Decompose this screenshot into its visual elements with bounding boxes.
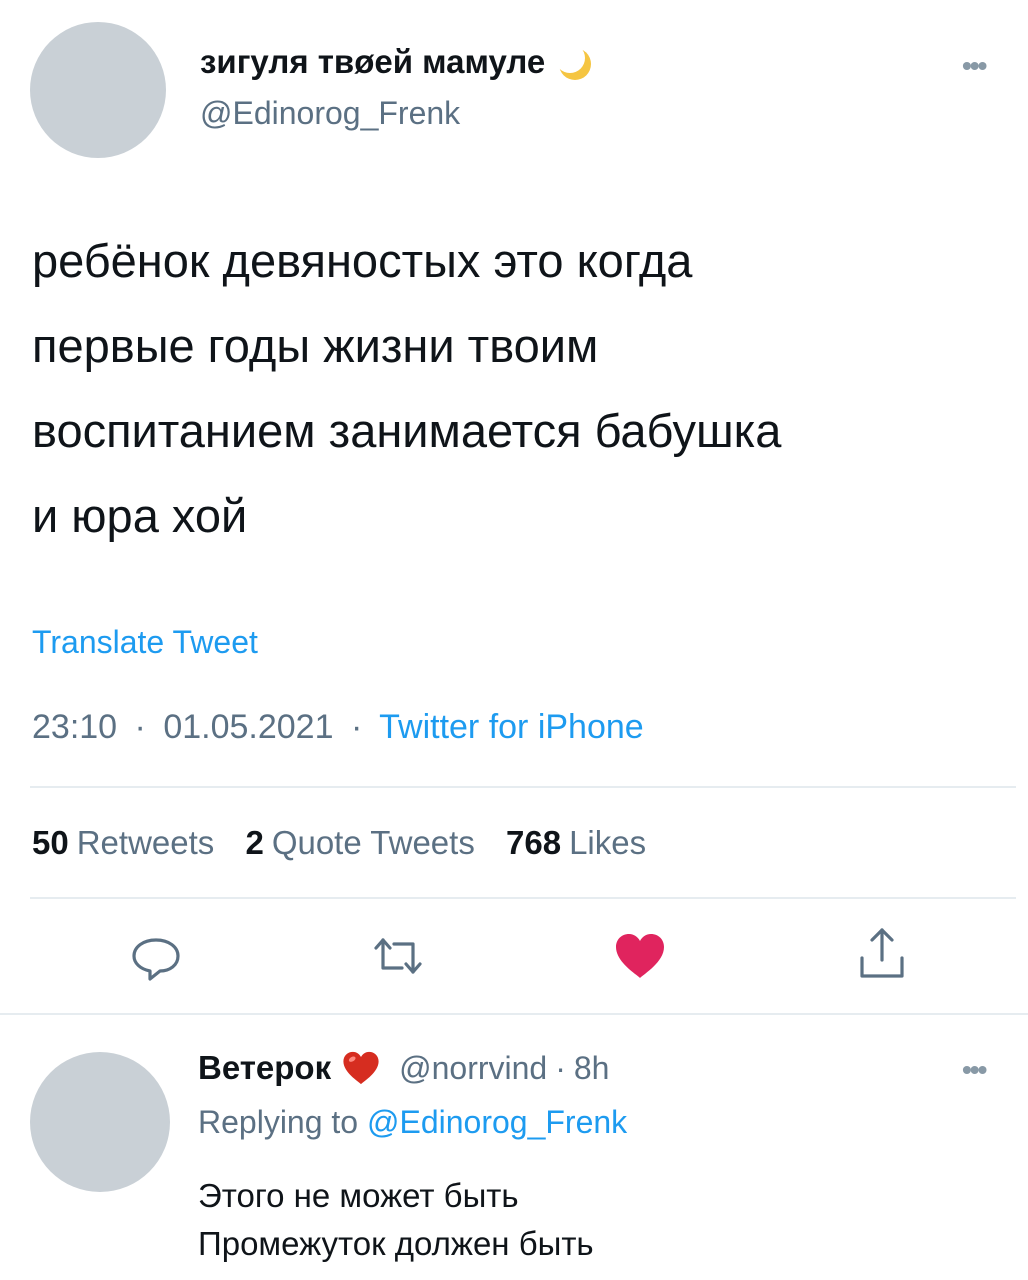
reply-time[interactable]: 8h (574, 1050, 610, 1087)
likes-count: 768 (506, 824, 562, 861)
retweets-label: Retweets (76, 824, 215, 861)
retweet-icon[interactable] (368, 926, 428, 986)
divider (30, 786, 1016, 788)
tweet-date[interactable]: 01.05.2021 (163, 708, 333, 746)
likes-label: Likes (569, 824, 647, 861)
reply-text-line: Этого не может быть (198, 1177, 519, 1214)
divider (30, 897, 1016, 899)
red-heart-icon (339, 1046, 383, 1090)
author-display-name: зигуля твøей мамуле (200, 43, 546, 80)
author-name-row[interactable]: зигуля твøей мамуле (200, 40, 599, 84)
reply-text: Этого не может быть Промежуток должен бы… (198, 1172, 594, 1268)
replying-to-line: Replying to @Edinorog_Frenk (198, 1104, 627, 1141)
reply-author-avatar[interactable] (30, 1052, 170, 1192)
like-icon[interactable] (610, 926, 670, 986)
translate-tweet-link[interactable]: Translate Tweet (32, 624, 258, 661)
tweet-source-link[interactable]: Twitter for iPhone (379, 708, 644, 746)
meta-separator: · (350, 708, 363, 746)
quote-tweets-stat[interactable]: 2 Quote Tweets (245, 824, 474, 861)
divider (0, 1013, 1028, 1015)
tweet-text-line: и юра хой (32, 489, 248, 542)
share-icon[interactable] (852, 922, 912, 982)
tweet-stats: 50 Retweets 2 Quote Tweets 768 Likes (32, 824, 668, 862)
quotes-label: Quote Tweets (271, 824, 475, 861)
reply-icon[interactable] (126, 926, 186, 986)
more-options-icon[interactable]: ••• (962, 50, 987, 82)
reply-text-line: Промежуток должен быть (198, 1225, 594, 1262)
reply-author-name[interactable]: Ветерок (198, 1049, 331, 1087)
retweets-count: 50 (32, 824, 69, 861)
reply-separator: · (555, 1049, 566, 1086)
reply-author-handle[interactable]: @norrvind (399, 1050, 547, 1087)
likes-stat[interactable]: 768 Likes (506, 824, 646, 861)
crescent-moon-icon (555, 40, 599, 84)
meta-separator: · (134, 708, 146, 746)
reply-more-options-icon[interactable]: ••• (962, 1054, 987, 1086)
tweet-time[interactable]: 23:10 (32, 708, 117, 746)
author-handle[interactable]: @Edinorog_Frenk (200, 95, 460, 132)
reply-header: Ветерок @norrvind · 8h (198, 1046, 609, 1090)
tweet-meta: 23:10 · 01.05.2021 · Twitter for iPhone (32, 708, 644, 747)
tweet-text-line: ребёнок девяностых это когда (32, 234, 693, 287)
tweet-text: ребёнок девяностых это когда первые годы… (32, 218, 781, 558)
replying-to-handle[interactable]: @Edinorog_Frenk (367, 1104, 627, 1140)
replying-to-label: Replying to (198, 1104, 359, 1140)
author-avatar[interactable] (30, 22, 166, 158)
tweet-text-line: первые годы жизни твоим (32, 319, 599, 372)
retweets-stat[interactable]: 50 Retweets (32, 824, 214, 861)
quotes-count: 2 (245, 824, 264, 861)
tweet-text-line: воспитанием занимается бабушка (32, 404, 782, 457)
